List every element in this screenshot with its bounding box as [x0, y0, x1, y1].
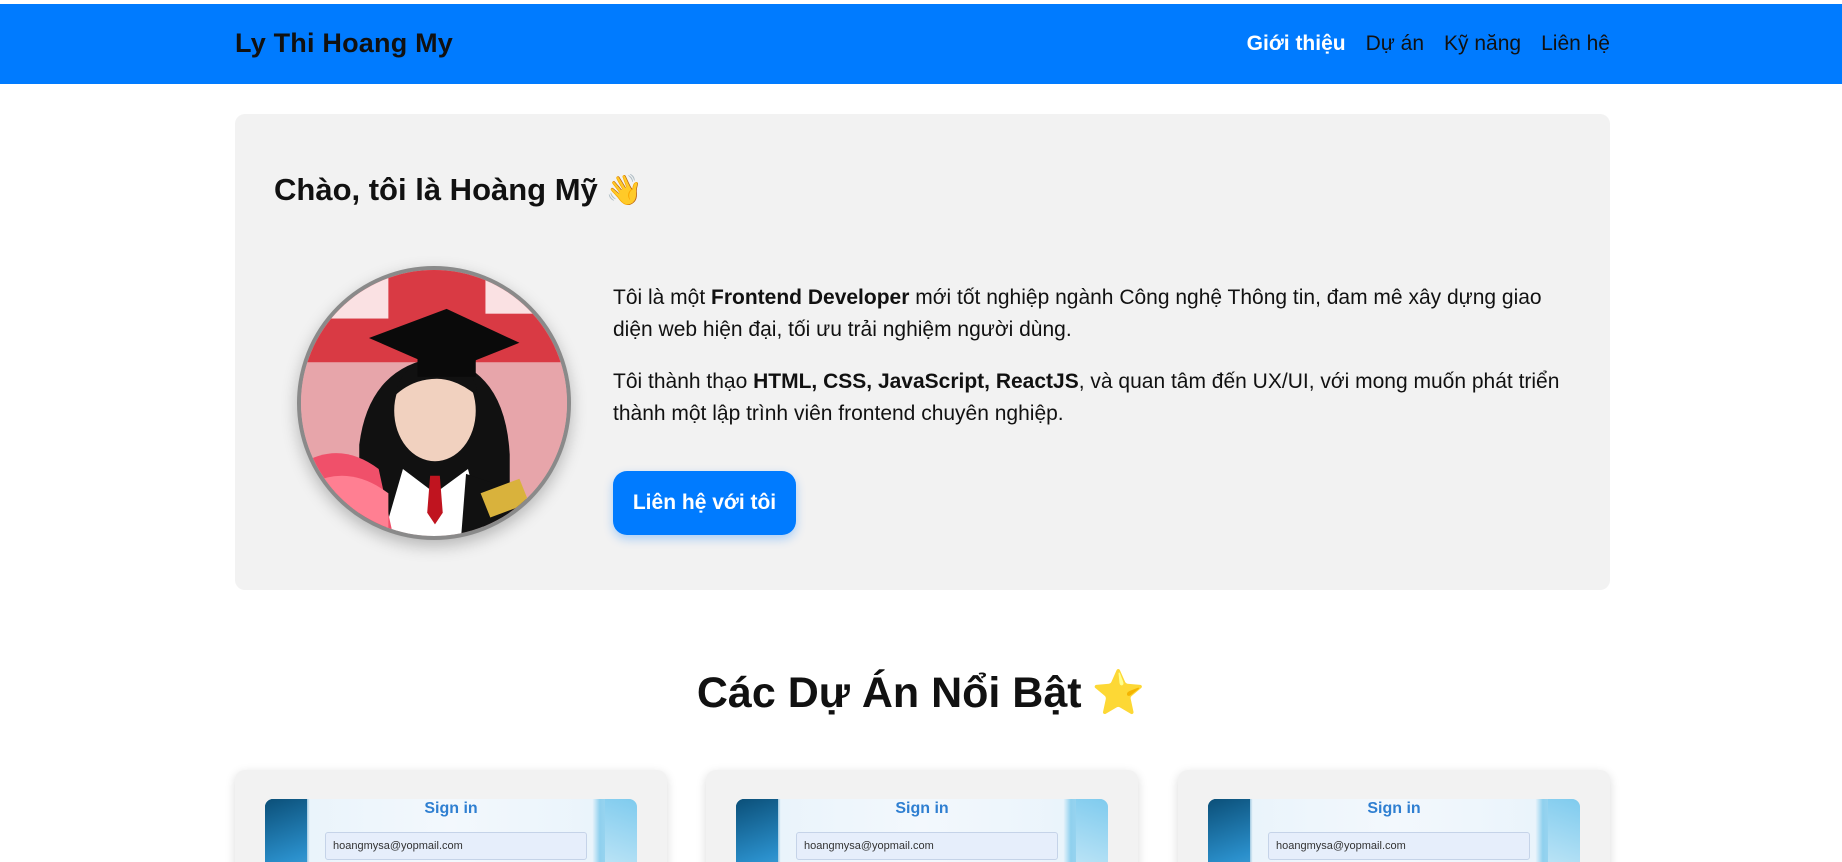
hero-p1-bold: Frontend Developer [711, 286, 910, 309]
thumbnail-sign-in-title: Sign in [895, 800, 949, 817]
nav-link-intro[interactable]: Giới thiệu [1247, 32, 1346, 56]
project-card[interactable]: Sign in hoangmysa@yopmail.com [235, 770, 667, 862]
projects-title-text: Các Dự Án Nổi Bật [696, 669, 1082, 717]
brand-name[interactable]: Ly Thi Hoang My [235, 28, 453, 59]
project-thumbnail: Sign in hoangmysa@yopmail.com [265, 799, 637, 862]
hero-p2-bold: HTML, CSS, JavaScript, ReactJS [753, 370, 1079, 393]
project-thumbnail: Sign in hoangmysa@yopmail.com [736, 799, 1108, 862]
thumbnail-email-field: hoangmysa@yopmail.com [1268, 832, 1530, 860]
hero-paragraph-2: Tôi thành thạo HTML, CSS, JavaScript, Re… [613, 366, 1573, 430]
avatar [297, 266, 571, 540]
thumbnail-sign-in-title: Sign in [424, 800, 478, 817]
projects-section-title: Các Dự Án Nổi Bật ⭐ [0, 668, 1842, 718]
thumbnail-sign-in-title: Sign in [1367, 800, 1421, 817]
hero-paragraph-1: Tôi là một Frontend Developer mới tốt ng… [613, 282, 1573, 346]
graduate-portrait-icon [301, 270, 567, 536]
hero-p1-text: Tôi là một [613, 286, 712, 309]
nav-link-skills[interactable]: Kỹ năng [1444, 32, 1521, 56]
thumbnail-email-field: hoangmysa@yopmail.com [796, 832, 1058, 860]
thumbnail-email-field: hoangmysa@yopmail.com [325, 832, 587, 860]
project-card[interactable]: Sign in hoangmysa@yopmail.com [706, 770, 1138, 862]
project-thumbnail: Sign in hoangmysa@yopmail.com [1208, 799, 1580, 862]
hero-title-text: Chào, tôi là Hoàng Mỹ [274, 172, 598, 207]
hero-section: Chào, tôi là Hoàng Mỹ 👋 Tôi là một Fronte… [235, 114, 1610, 590]
star-icon: ⭐ [1091, 669, 1146, 717]
contact-me-button[interactable]: Liên hệ với tôi [613, 471, 796, 535]
nav-link-contact[interactable]: Liên hệ [1541, 32, 1610, 56]
nav-link-projects[interactable]: Dự án [1366, 32, 1424, 56]
hero-title: Chào, tôi là Hoàng Mỹ 👋 [274, 172, 643, 208]
waving-hand-icon: 👋 [605, 174, 644, 207]
nav-links: Giới thiệu Dự án Kỹ năng Liên hệ [1247, 32, 1610, 56]
hero-description: Tôi là một Frontend Developer mới tốt ng… [613, 282, 1573, 450]
navbar: Ly Thi Hoang My Giới thiệu Dự án Kỹ năng… [0, 4, 1842, 84]
project-card[interactable]: Sign in hoangmysa@yopmail.com [1178, 770, 1610, 862]
hero-p2-text: Tôi thành thạo [613, 370, 754, 393]
